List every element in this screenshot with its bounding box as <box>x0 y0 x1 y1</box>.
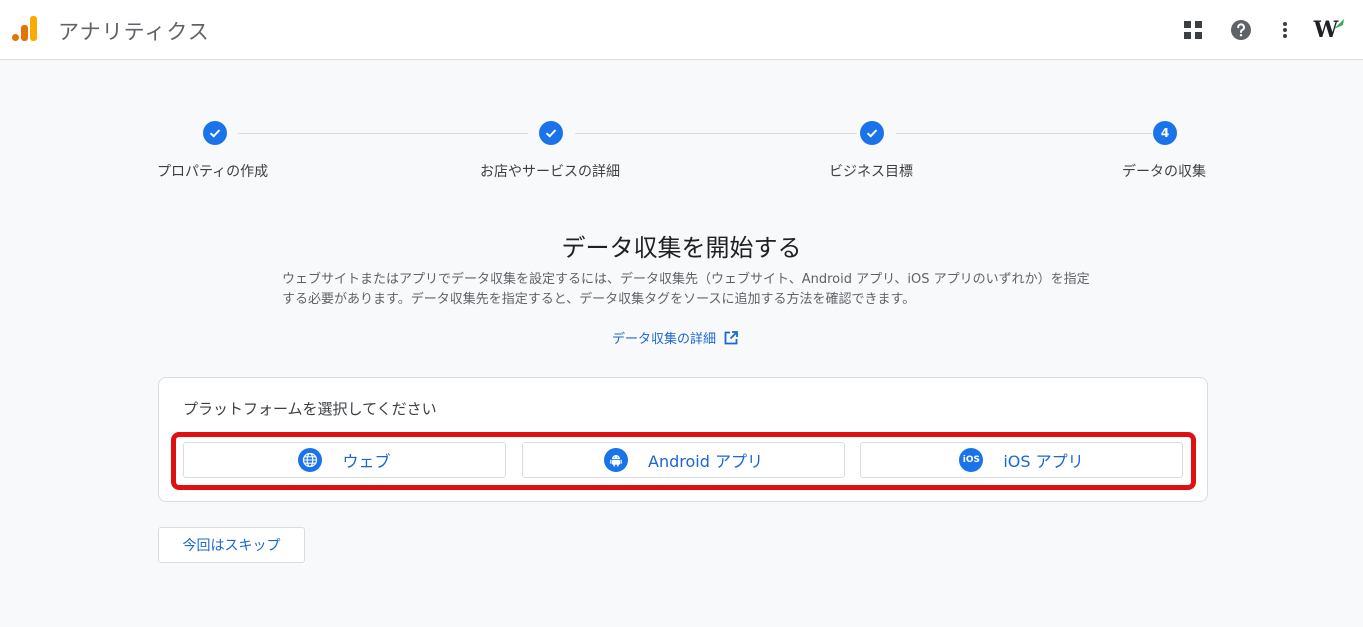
apps-grid-icon[interactable] <box>1181 18 1205 42</box>
step-4-number: 4 <box>1153 121 1177 145</box>
help-icon[interactable] <box>1229 18 1253 42</box>
globe-icon <box>298 448 323 472</box>
page-description: ウェブサイトまたはアプリでデータ収集を設定するには、データ収集先（ウェブサイト、… <box>282 272 1090 307</box>
step-label-business-details: お店やサービスの詳細 <box>480 164 620 180</box>
top-app-bar: アナリティクス W <box>0 0 1363 60</box>
skip-button[interactable]: 今回はスキップ <box>158 527 305 563</box>
step-label-business-goals: ビジネス目標 <box>829 164 913 180</box>
step-label-data-collection: データの収集 <box>1122 164 1206 180</box>
ios-platform-label: iOS アプリ <box>1003 452 1084 471</box>
android-icon <box>604 448 629 472</box>
web-platform-button[interactable]: ウェブ <box>183 442 506 478</box>
step-1-check-icon <box>203 121 227 145</box>
account-avatar[interactable]: W <box>1313 17 1345 43</box>
platform-card-title: プラットフォームを選択してください <box>183 400 437 418</box>
page-title: データ収集を開始する <box>561 234 802 262</box>
step-2-check-icon <box>539 121 563 145</box>
learn-more-link[interactable]: データ収集の詳細 <box>612 328 738 347</box>
platform-selection-card: プラットフォームを選択してください ウェブ Android アプリ iOS iO… <box>158 377 1208 502</box>
ios-platform-button[interactable]: iOS iOS アプリ <box>860 442 1183 478</box>
ios-icon: iOS <box>959 448 984 472</box>
open-in-new-icon <box>724 330 738 344</box>
step-connector <box>896 133 1152 134</box>
analytics-logo[interactable] <box>12 16 38 44</box>
step-3-check-icon <box>860 121 884 145</box>
app-title: アナリティクス <box>58 20 210 44</box>
web-platform-label: ウェブ <box>342 452 391 471</box>
android-platform-button[interactable]: Android アプリ <box>522 442 845 478</box>
step-connector <box>575 133 857 134</box>
step-label-property: プロパティの作成 <box>157 164 269 180</box>
step-connector <box>238 133 528 134</box>
progress-stepper: 4 プロパティの作成 お店やサービスの詳細 ビジネス目標 データの収集 <box>150 118 1220 188</box>
learn-more-label: データ収集の詳細 <box>612 332 717 347</box>
android-platform-label: Android アプリ <box>648 452 763 471</box>
more-vert-icon[interactable] <box>1273 18 1297 42</box>
